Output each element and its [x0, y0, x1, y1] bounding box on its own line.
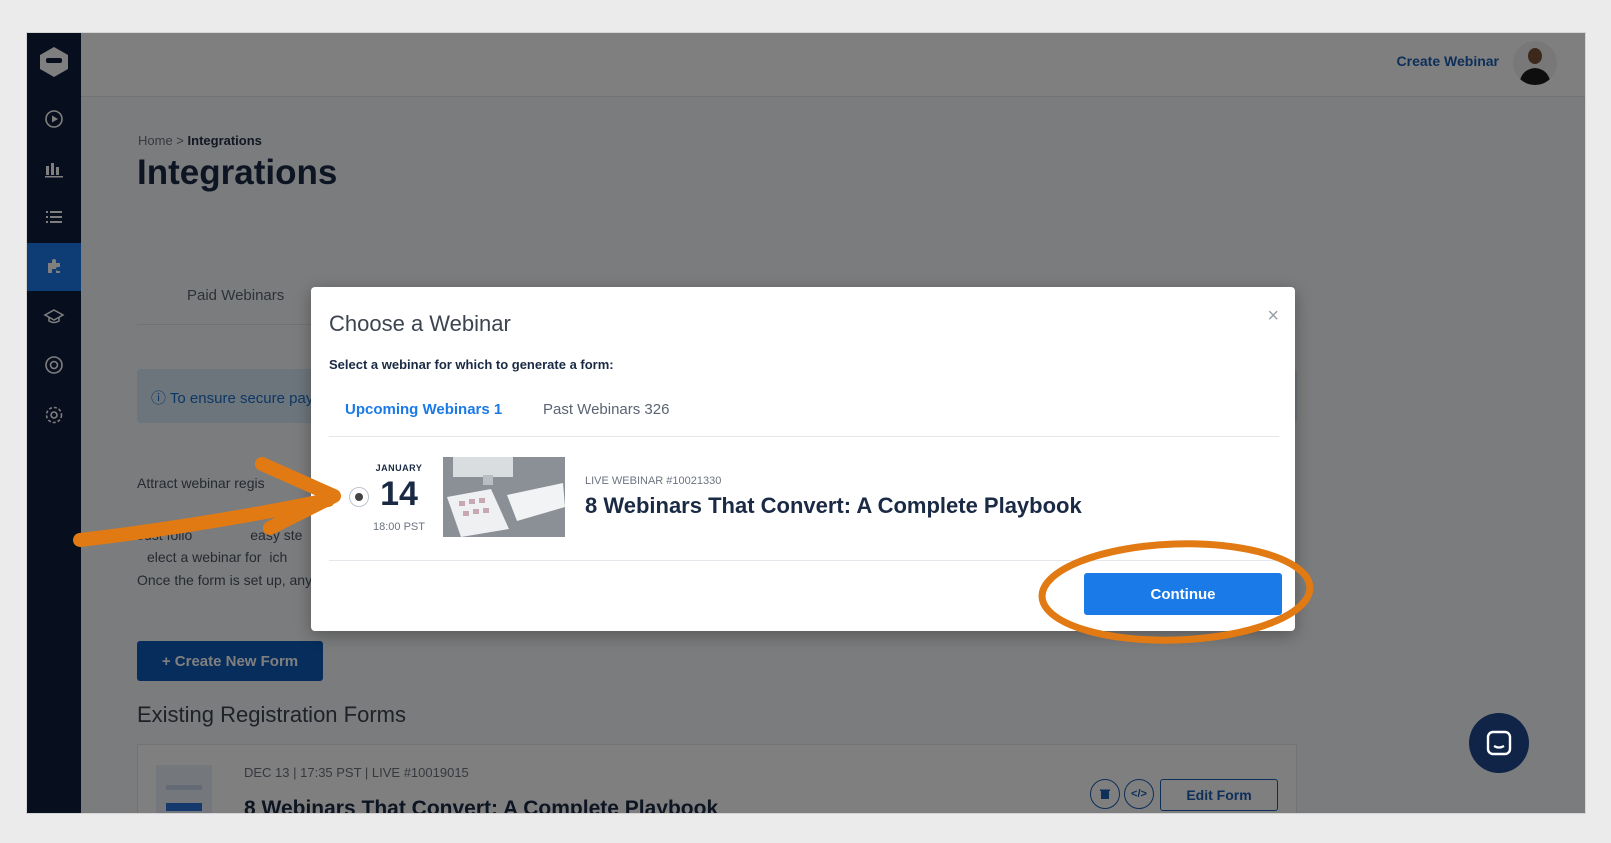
- modal-tabs: Upcoming Webinars 1 Past Webinars 326: [329, 391, 1279, 437]
- webinar-title: 8 Webinars That Convert: A Complete Play…: [585, 493, 1082, 518]
- webinar-radio[interactable]: [349, 487, 369, 507]
- modal-subtitle: Select a webinar for which to generate a…: [329, 357, 614, 372]
- webinar-time: 18:00 PST: [373, 521, 425, 533]
- choose-webinar-modal: Choose a Webinar × Select a webinar for …: [311, 287, 1295, 631]
- webinar-thumbnail: [443, 457, 565, 537]
- webinar-day: 14: [380, 475, 418, 513]
- chat-launcher-button[interactable]: [1469, 713, 1529, 773]
- webinar-id: LIVE WEBINAR #10021330: [585, 475, 722, 487]
- webinar-month: JANUARY: [375, 463, 423, 473]
- chat-icon: [1486, 730, 1512, 756]
- continue-button[interactable]: Continue: [1084, 573, 1282, 615]
- tab-past-webinars[interactable]: Past Webinars 326: [543, 401, 669, 418]
- app-window: Create Webinar Home > Integrations Integ…: [26, 32, 1586, 814]
- tab-upcoming-webinars[interactable]: Upcoming Webinars 1: [345, 401, 502, 418]
- close-icon[interactable]: ×: [1267, 305, 1279, 328]
- modal-title: Choose a Webinar: [329, 311, 511, 336]
- webinar-row[interactable]: JANUARY 14 18:00 PST LIVE WEBINAR #10021…: [329, 437, 1279, 561]
